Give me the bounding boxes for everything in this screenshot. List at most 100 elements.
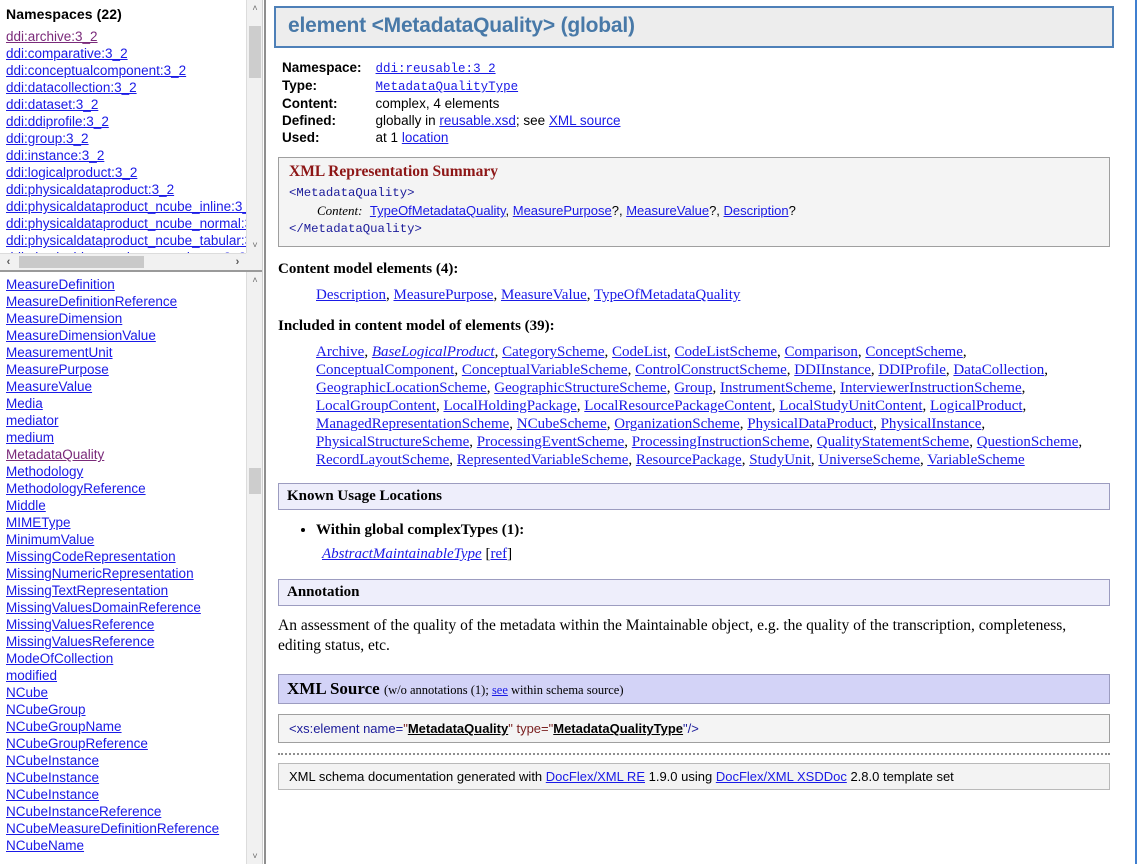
type-link[interactable]: MetadataQualityType bbox=[376, 80, 519, 94]
element-link[interactable]: Middle bbox=[6, 498, 46, 513]
namespace-link[interactable]: ddi:conceptualcomponent:3_2 bbox=[6, 63, 186, 78]
scroll-up-icon[interactable]: ˄ bbox=[247, 0, 262, 16]
included-in-link[interactable]: LocalStudyUnitContent bbox=[779, 398, 922, 414]
namespace-link[interactable]: ddi:comparative:3_2 bbox=[6, 46, 128, 61]
hscrollbar-thumb[interactable] bbox=[19, 256, 144, 268]
included-in-link[interactable]: LocalHoldingPackage bbox=[443, 398, 576, 414]
content-model-link[interactable]: MeasurePurpose bbox=[393, 287, 493, 303]
location-link[interactable]: location bbox=[402, 130, 449, 145]
included-in-link[interactable]: NCubeScheme bbox=[517, 416, 607, 432]
included-in-link[interactable]: Group bbox=[674, 380, 712, 396]
docflex-xsddoc-link[interactable]: DocFlex/XML XSDDoc bbox=[716, 769, 847, 784]
element-link[interactable]: MissingValuesDomainReference bbox=[6, 600, 201, 615]
content-model-link[interactable]: TypeOfMetadataQuality bbox=[594, 287, 740, 303]
element-link[interactable]: NCubeGroup bbox=[6, 702, 86, 717]
included-in-link[interactable]: ConceptualVariableScheme bbox=[462, 362, 628, 378]
element-link[interactable]: medium bbox=[6, 430, 54, 445]
namespace-link[interactable]: ddi:dataset:3_2 bbox=[6, 97, 98, 112]
element-link[interactable]: MIMEType bbox=[6, 515, 71, 530]
included-in-link[interactable]: ManagedRepresentationScheme bbox=[316, 416, 509, 432]
included-in-link[interactable]: ConceptualComponent bbox=[316, 362, 454, 378]
element-link[interactable]: NCubeName bbox=[6, 838, 84, 853]
element-link[interactable]: MissingValuesReference bbox=[6, 634, 154, 649]
included-in-link[interactable]: InterviewerInstructionScheme bbox=[840, 380, 1022, 396]
included-in-link[interactable]: PhysicalStructureScheme bbox=[316, 434, 469, 450]
element-link[interactable]: MissingNumericRepresentation bbox=[6, 566, 194, 581]
scrollbar-thumb[interactable] bbox=[249, 468, 261, 494]
element-link[interactable]: NCube bbox=[6, 685, 48, 700]
element-link[interactable]: NCubeGroupReference bbox=[6, 736, 148, 751]
included-in-link[interactable]: LogicalProduct bbox=[930, 398, 1022, 414]
element-link[interactable]: MeasureDefinition bbox=[6, 277, 115, 292]
included-in-link[interactable]: RepresentedVariableScheme bbox=[457, 452, 629, 468]
element-link[interactable]: MetadataQuality bbox=[6, 447, 104, 462]
element-link[interactable]: MeasureDimensionValue bbox=[6, 328, 156, 343]
element-link[interactable]: NCubeInstance bbox=[6, 787, 99, 802]
included-in-link[interactable]: ControlConstructScheme bbox=[635, 362, 787, 378]
namespace-link[interactable]: ddi:reusable:3_2 bbox=[376, 62, 496, 76]
included-in-link[interactable]: CodeListScheme bbox=[675, 344, 777, 360]
included-in-link[interactable]: DDIProfile bbox=[878, 362, 946, 378]
abstract-maintainable-type-link[interactable]: AbstractMaintainableType bbox=[322, 546, 482, 562]
element-link[interactable]: modified bbox=[6, 668, 57, 683]
included-in-link[interactable]: StudyUnit bbox=[749, 452, 811, 468]
code-name-link[interactable]: MetadataQuality bbox=[408, 721, 508, 736]
namespace-link[interactable]: ddi:archive:3_2 bbox=[6, 29, 98, 44]
included-in-link[interactable]: CategoryScheme bbox=[502, 344, 604, 360]
included-in-link[interactable]: VariableScheme bbox=[927, 452, 1024, 468]
included-in-link[interactable]: GeographicStructureScheme bbox=[494, 380, 666, 396]
main-vertical-scrollbar[interactable] bbox=[1124, 0, 1138, 864]
element-link[interactable]: mediator bbox=[6, 413, 59, 428]
code-type-link[interactable]: MetadataQualityType bbox=[553, 721, 683, 736]
content-model-link[interactable]: MeasureValue bbox=[501, 287, 587, 303]
included-in-link[interactable]: LocalGroupContent bbox=[316, 398, 436, 414]
namespace-link[interactable]: ddi:logicalproduct:3_2 bbox=[6, 165, 137, 180]
scroll-up-icon[interactable]: ˄ bbox=[247, 272, 262, 288]
docflex-re-link[interactable]: DocFlex/XML RE bbox=[546, 769, 645, 784]
scroll-left-icon[interactable]: ‹ bbox=[0, 254, 17, 270]
element-link[interactable]: ModeOfCollection bbox=[6, 651, 113, 666]
reusable-xsd-link[interactable]: reusable.xsd bbox=[439, 113, 516, 128]
summary-content-link[interactable]: TypeOfMetadataQuality bbox=[370, 203, 506, 218]
included-in-link[interactable]: PhysicalDataProduct bbox=[747, 416, 873, 432]
see-link[interactable]: see bbox=[492, 683, 508, 697]
element-link[interactable]: NCubeInstanceReference bbox=[6, 804, 161, 819]
scroll-right-icon[interactable]: › bbox=[229, 254, 246, 270]
element-link[interactable]: NCubeMeasureDefinitionReference bbox=[6, 821, 219, 836]
element-link[interactable]: MinimumValue bbox=[6, 532, 94, 547]
namespace-link[interactable]: ddi:datacollection:3_2 bbox=[6, 80, 137, 95]
scroll-down-icon[interactable]: ˅ bbox=[247, 848, 262, 864]
included-in-link[interactable]: ResourcePackage bbox=[636, 452, 742, 468]
namespace-link[interactable]: ddi:ddiprofile:3_2 bbox=[6, 114, 109, 129]
included-in-link[interactable]: QualityStatementScheme bbox=[817, 434, 969, 450]
element-link[interactable]: NCubeGroupName bbox=[6, 719, 122, 734]
included-in-link[interactable]: DDIInstance bbox=[794, 362, 871, 378]
namespaces-horizontal-scrollbar[interactable]: ‹ › bbox=[0, 253, 246, 270]
included-in-link[interactable]: UniverseScheme bbox=[818, 452, 920, 468]
element-link[interactable]: Media bbox=[6, 396, 43, 411]
namespace-link[interactable]: ddi:physicaldataproduct_ncube_normal:3_2 bbox=[6, 216, 246, 231]
element-link[interactable]: MissingValuesReference bbox=[6, 617, 154, 632]
included-in-link[interactable]: CodeList bbox=[612, 344, 667, 360]
element-link[interactable]: MissingCodeRepresentation bbox=[6, 549, 176, 564]
included-in-link[interactable]: DataCollection bbox=[953, 362, 1044, 378]
included-in-link[interactable]: InstrumentScheme bbox=[720, 380, 832, 396]
summary-content-link[interactable]: MeasureValue bbox=[626, 203, 709, 218]
summary-content-link[interactable]: MeasurePurpose bbox=[513, 203, 612, 218]
namespace-link[interactable]: ddi:instance:3_2 bbox=[6, 148, 104, 163]
included-in-link[interactable]: ProcessingEventScheme bbox=[477, 434, 624, 450]
element-link[interactable]: MeasureDimension bbox=[6, 311, 122, 326]
xml-source-link[interactable]: XML source bbox=[549, 113, 621, 128]
content-model-link[interactable]: Description bbox=[316, 287, 386, 303]
namespace-link[interactable]: ddi:group:3_2 bbox=[6, 131, 89, 146]
element-link[interactable]: MissingTextRepresentation bbox=[6, 583, 168, 598]
included-in-link[interactable]: QuestionScheme bbox=[977, 434, 1079, 450]
included-in-link[interactable]: BaseLogicalProduct bbox=[372, 344, 495, 360]
element-link[interactable]: NCubeInstance bbox=[6, 753, 99, 768]
namespace-link[interactable]: ddi:physicaldataproduct:3_2 bbox=[6, 182, 174, 197]
included-in-link[interactable]: ProcessingInstructionScheme bbox=[632, 434, 809, 450]
included-in-link[interactable]: GeographicLocationScheme bbox=[316, 380, 487, 396]
included-in-link[interactable]: OrganizationScheme bbox=[614, 416, 740, 432]
included-in-link[interactable]: LocalResourcePackageContent bbox=[584, 398, 771, 414]
elements-vertical-scrollbar[interactable]: ˄ ˅ bbox=[246, 272, 262, 864]
